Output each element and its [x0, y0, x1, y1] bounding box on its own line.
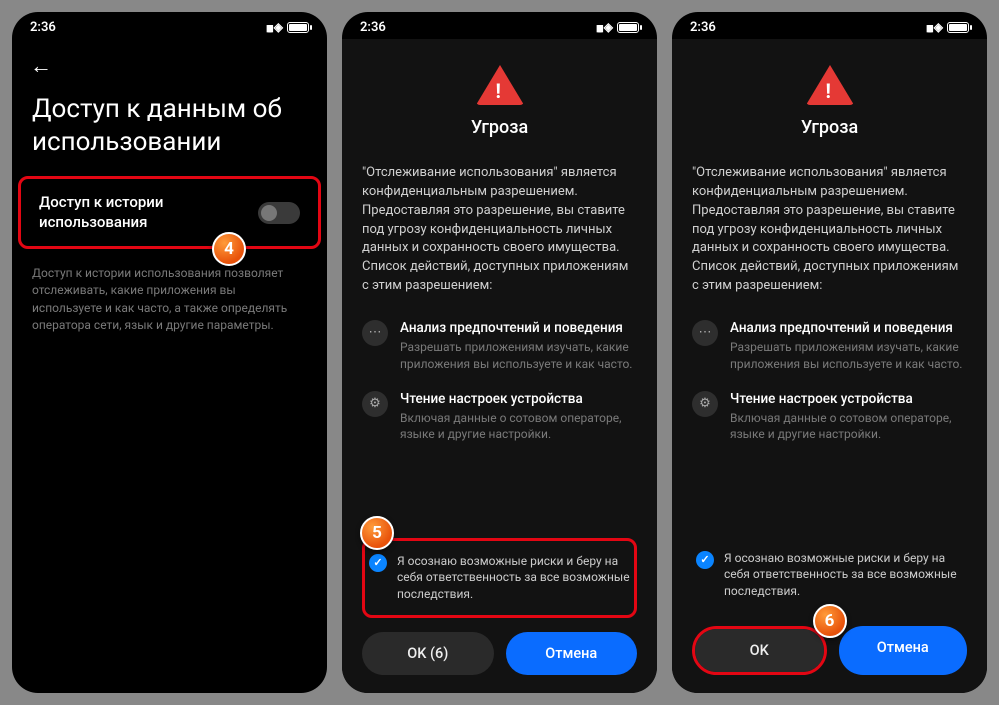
phone-screen-2: 2:36 Угроза "Отслеживание использования"…: [342, 12, 657, 693]
dialog-buttons: OK (6) Отмена: [362, 632, 637, 675]
perm-desc: Включая данные о сотовом операторе, язык…: [400, 410, 637, 444]
cancel-button[interactable]: Отмена: [839, 626, 968, 675]
status-time: 2:36: [360, 20, 386, 35]
cancel-button[interactable]: Отмена: [506, 632, 638, 675]
dialog-body: "Отслеживание использования" является ко…: [362, 164, 637, 296]
badge-4: 4: [212, 232, 246, 266]
status-bar: 2:36: [672, 12, 987, 39]
acknowledge-row[interactable]: Я осознаю возможные риски и беру на себя…: [692, 538, 967, 612]
setting-label: Доступ к истории использования: [39, 193, 229, 232]
battery-icon: [617, 22, 639, 33]
page-title: Доступ к данным об использовании: [12, 85, 327, 176]
status-bar: 2:36: [342, 12, 657, 39]
phone-screen-3: 2:36 Угроза "Отслеживание использования"…: [672, 12, 987, 693]
gear-icon: ⚙: [362, 391, 388, 417]
signal-icon: [596, 20, 600, 35]
battery-icon: [287, 22, 309, 33]
phone-screen-1: 2:36 ← Доступ к данным об использовании …: [12, 12, 327, 693]
dialog-body: "Отслеживание использования" является ко…: [692, 164, 967, 296]
wifi-icon: [934, 20, 943, 35]
ok-button[interactable]: OK (6): [362, 632, 494, 675]
perm-title: Чтение настроек устройства: [400, 391, 637, 407]
permission-item: ⋯ Анализ предпочтений и поведения Разреш…: [692, 320, 967, 373]
warning-dialog: Угроза "Отслеживание использования" явля…: [342, 39, 657, 693]
permission-item: ⚙ Чтение настроек устройства Включая дан…: [362, 391, 637, 444]
perm-desc: Разрешать приложениям изучать, какие при…: [730, 339, 967, 373]
analysis-icon: ⋯: [692, 320, 718, 346]
ack-text: Я осознаю возможные риски и беру на себя…: [397, 553, 630, 603]
usage-history-toggle-row[interactable]: Доступ к истории использования: [21, 179, 318, 246]
wifi-icon: [604, 20, 613, 35]
back-arrow-icon[interactable]: ←: [12, 39, 327, 85]
status-bar: 2:36: [12, 12, 327, 39]
checkbox-checked-icon[interactable]: [369, 554, 387, 572]
highlight-toggle-row: Доступ к истории использования 4: [18, 176, 321, 249]
ack-text: Я осознаю возможные риски и беру на себя…: [724, 550, 963, 600]
perm-title: Чтение настроек устройства: [730, 391, 967, 407]
badge-6: 6: [813, 604, 847, 638]
signal-icon: [266, 20, 270, 35]
analysis-icon: ⋯: [362, 320, 388, 346]
perm-title: Анализ предпочтений и поведения: [400, 320, 637, 336]
signal-icon: [926, 20, 930, 35]
dialog-title: Угроза: [362, 117, 637, 138]
acknowledge-row[interactable]: Я осознаю возможные риски и беру на себя…: [365, 541, 634, 615]
perm-desc: Разрешать приложениям изучать, какие при…: [400, 339, 637, 373]
warning-icon: [476, 65, 524, 105]
setting-description: Доступ к истории использования позволяет…: [12, 261, 327, 339]
badge-5: 5: [360, 516, 394, 550]
ok-button[interactable]: OK: [695, 629, 824, 672]
warning-dialog: Угроза "Отслеживание использования" явля…: [672, 39, 987, 693]
permission-item: ⚙ Чтение настроек устройства Включая дан…: [692, 391, 967, 444]
warning-icon: [806, 65, 854, 105]
toggle-switch[interactable]: [258, 202, 300, 224]
perm-desc: Включая данные о сотовом операторе, язык…: [730, 410, 967, 444]
status-indicators: [926, 20, 969, 35]
dialog-title: Угроза: [692, 117, 967, 138]
status-time: 2:36: [690, 20, 716, 35]
status-indicators: [266, 20, 309, 35]
battery-icon: [947, 22, 969, 33]
status-time: 2:36: [30, 20, 56, 35]
permission-item: ⋯ Анализ предпочтений и поведения Разреш…: [362, 320, 637, 373]
gear-icon: ⚙: [692, 391, 718, 417]
wifi-icon: [274, 20, 283, 35]
highlight-ack-row: Я осознаю возможные риски и беру на себя…: [362, 538, 637, 618]
perm-title: Анализ предпочтений и поведения: [730, 320, 967, 336]
highlight-ok-button: OK: [692, 626, 827, 675]
dialog-buttons: 6 OK Отмена: [692, 626, 967, 675]
status-indicators: [596, 20, 639, 35]
checkbox-checked-icon[interactable]: [696, 551, 714, 569]
